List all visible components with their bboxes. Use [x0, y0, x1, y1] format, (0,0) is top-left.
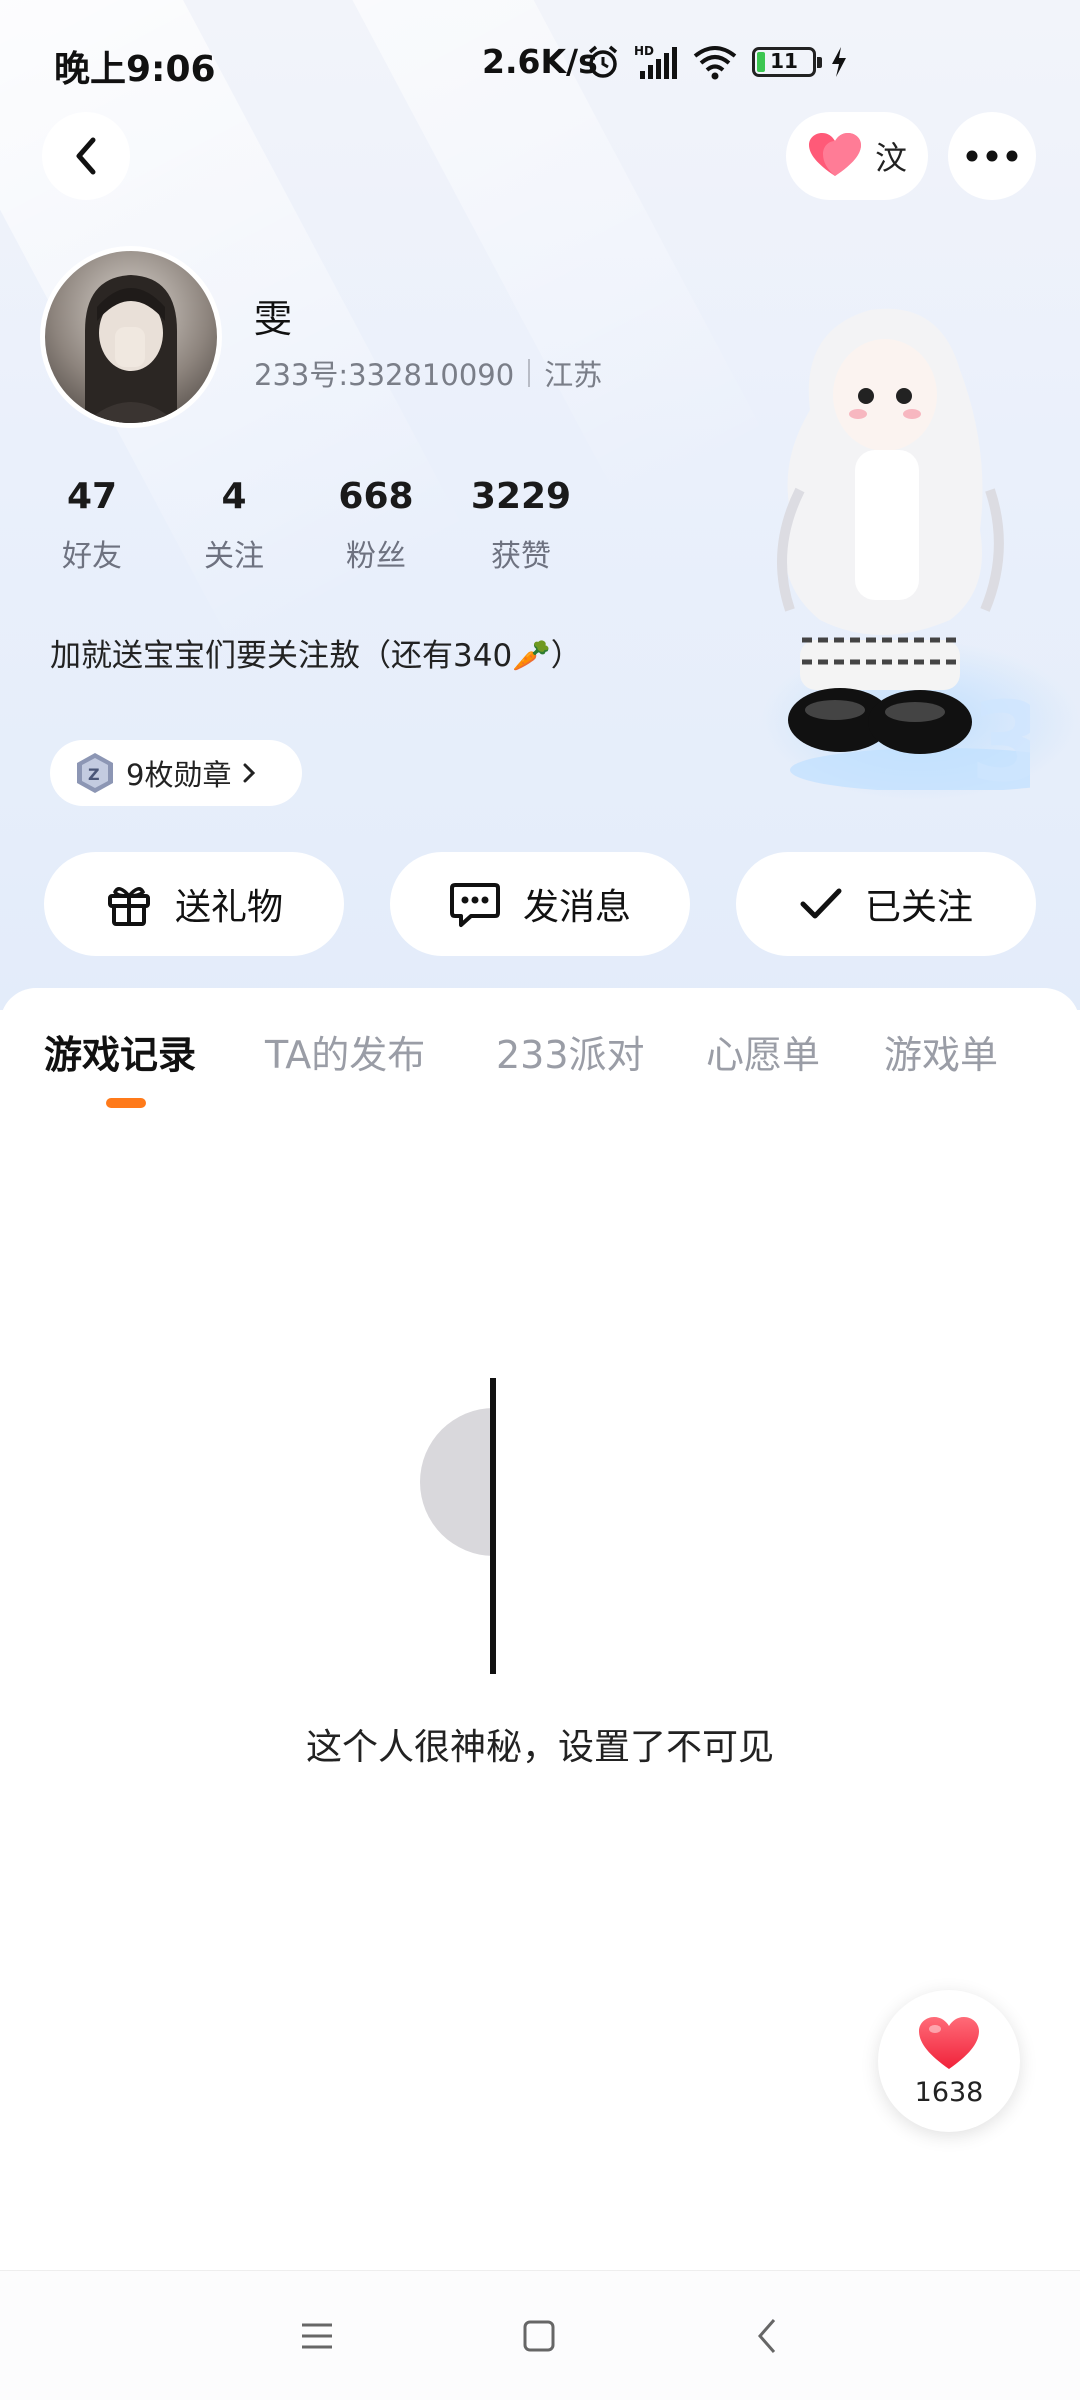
- stat-value: 47: [66, 476, 118, 517]
- more-icon: [966, 150, 1018, 162]
- empty-state-message: 这个人很神秘，设置了不可见: [305, 1727, 774, 1768]
- battery-icon: 11: [752, 47, 822, 77]
- tab-game-list[interactable]: 游戏单: [884, 1024, 998, 1079]
- nav-home-button[interactable]: [514, 2311, 564, 2361]
- stat-friends[interactable]: 47 好友: [52, 476, 132, 575]
- tab-posts[interactable]: TA的发布: [265, 1024, 425, 1079]
- avatar[interactable]: [40, 246, 222, 428]
- status-icons: HD 11: [586, 42, 848, 82]
- avatar-photo: [85, 275, 177, 423]
- wifi-icon: [693, 46, 737, 80]
- stat-value: 4: [221, 476, 247, 517]
- message-icon: [449, 883, 500, 927]
- stat-following[interactable]: 4 关注: [194, 476, 274, 575]
- badge-icon: Z: [77, 753, 113, 793]
- check-icon: [800, 888, 842, 919]
- avatar-3d-figure[interactable]: 33: [740, 290, 1030, 790]
- system-nav-bar: [0, 2270, 1080, 2400]
- nav-menu-button[interactable]: [292, 2311, 342, 2361]
- send-gift-button[interactable]: 送礼物: [44, 852, 344, 956]
- badges-label: 9枚勋章: [126, 758, 232, 792]
- back-arrow-icon: [758, 2319, 776, 2353]
- stat-value: 668: [338, 476, 414, 517]
- nickname: 雯: [254, 297, 293, 341]
- following-button[interactable]: 已关注: [736, 852, 1036, 956]
- svg-text:HD: HD: [634, 44, 654, 58]
- stat-fans[interactable]: 668 粉丝: [326, 476, 426, 575]
- region: 江苏: [544, 358, 603, 392]
- like-button[interactable]: 1638: [878, 1990, 1020, 2132]
- stat-label: 获赞: [491, 539, 551, 574]
- send-message-button[interactable]: 发消息: [390, 852, 690, 956]
- send-gift-label: 送礼物: [174, 887, 283, 928]
- back-button[interactable]: [42, 112, 130, 200]
- signal-icon: HD: [634, 44, 677, 79]
- gift-icon: [107, 887, 150, 926]
- heart-icon: [808, 133, 861, 176]
- status-time: 晚上9:06: [54, 49, 216, 90]
- charging-icon: [832, 47, 846, 77]
- chevron-right-icon: [243, 763, 256, 783]
- nav-back-button[interactable]: [742, 2311, 792, 2361]
- more-button[interactable]: [948, 112, 1036, 200]
- tab-game-records[interactable]: 游戏记录: [44, 1024, 196, 1079]
- stat-likes[interactable]: 3229 获赞: [462, 476, 580, 575]
- svg-text:33: 33: [970, 678, 1030, 790]
- alarm-icon: [588, 45, 618, 78]
- battery-level: 11: [770, 49, 798, 73]
- like-count: 1638: [914, 2076, 984, 2108]
- stat-value: 3229: [470, 476, 572, 517]
- tab-party[interactable]: 233派对: [496, 1024, 645, 1079]
- badges-button[interactable]: Z 9枚勋章: [50, 740, 302, 806]
- send-message-label: 发消息: [522, 887, 631, 928]
- stat-label: 关注: [204, 539, 264, 574]
- stat-label: 好友: [62, 539, 122, 574]
- status-bar: 晚上9:06 2.6K/s HD 11: [0, 0, 1080, 128]
- tab-indicator: [106, 1098, 146, 1108]
- intimacy-button[interactable]: 汶: [786, 112, 928, 200]
- svg-text:Z: Z: [88, 765, 100, 784]
- network-speed: 2.6K/s: [482, 42, 598, 81]
- divider: [528, 359, 531, 387]
- heart-icon: [919, 2016, 979, 2069]
- back-icon: [76, 137, 96, 175]
- empty-state-illustration: [420, 1378, 496, 1674]
- home-square-icon: [523, 2320, 555, 2352]
- menu-icon: [302, 2323, 332, 2349]
- stat-label: 粉丝: [346, 539, 406, 574]
- following-label: 已关注: [864, 887, 973, 928]
- bio-text: 加就送宝宝们要关注敖（还有340🥕）: [50, 638, 582, 674]
- tab-wishlist[interactable]: 心愿单: [706, 1024, 820, 1079]
- user-id[interactable]: 233号:332810090: [254, 352, 514, 394]
- intimacy-label: 汶: [874, 139, 907, 177]
- uid-region-line: 233号:332810090 江苏: [254, 352, 602, 394]
